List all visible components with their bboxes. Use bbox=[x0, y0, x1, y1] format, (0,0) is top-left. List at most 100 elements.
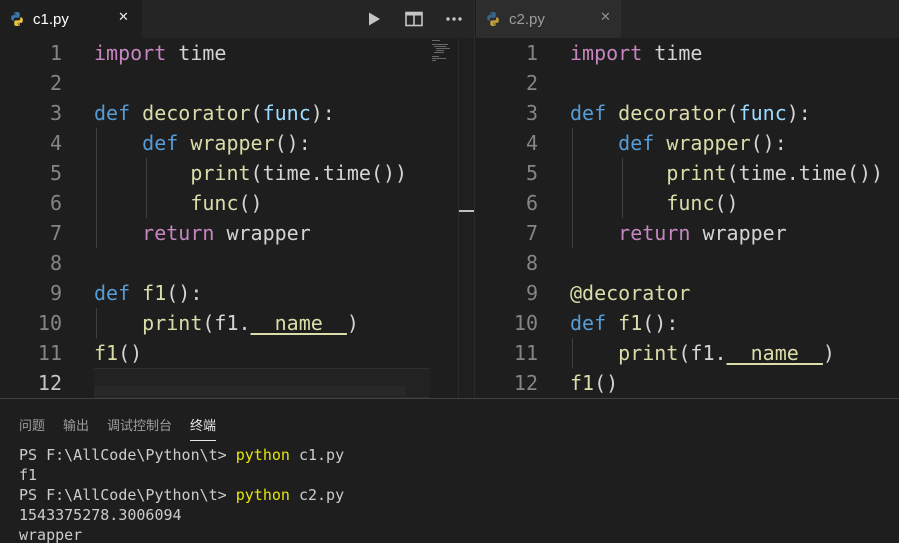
terminal-output[interactable]: PS F:\AllCode\Python\t> python c1.py f1 PS… bbox=[19, 445, 344, 543]
code-token: () bbox=[238, 191, 263, 215]
minimap[interactable] bbox=[430, 38, 460, 398]
code-text: func() bbox=[570, 188, 738, 218]
scrollbar-thumb[interactable] bbox=[459, 210, 474, 212]
code-line[interactable]: 3 def decorator(func): bbox=[0, 98, 474, 128]
code-token: decorator bbox=[618, 101, 727, 125]
code-line[interactable]: 6 func() bbox=[0, 188, 474, 218]
panel-tabs: 问题 输出 调试控制台 终端 bbox=[19, 415, 234, 441]
code-token: print bbox=[666, 161, 727, 185]
code-line[interactable]: 7 return wrapper bbox=[476, 218, 899, 248]
editor-pane-c1[interactable]: c1.py ✕ 1 import time 2 3 def decorator(func… bbox=[0, 0, 475, 398]
code-token: import bbox=[570, 41, 643, 65]
code-line[interactable]: 5 print(time.time()) bbox=[476, 158, 899, 188]
code-line[interactable]: 6 func() bbox=[476, 188, 899, 218]
code-token: ) bbox=[346, 311, 359, 335]
code-line[interactable]: 7 return wrapper bbox=[0, 218, 474, 248]
line-number: 5 bbox=[49, 161, 62, 185]
panel-tab[interactable]: 调试控制台 bbox=[107, 415, 172, 441]
minimap-line bbox=[432, 44, 448, 45]
code-line[interactable]: 11 print(f1.__name__) bbox=[476, 338, 899, 368]
tab-c2-py[interactable]: c2.py ✕ bbox=[476, 0, 621, 38]
code-token: (): bbox=[750, 131, 787, 155]
code-token: def bbox=[142, 131, 179, 155]
terminal-line: PS F:\AllCode\Python\t> python c1.py bbox=[19, 445, 344, 465]
code-line[interactable]: 8 bbox=[0, 248, 474, 278]
line-number: 2 bbox=[525, 71, 538, 95]
split-editor-icon[interactable] bbox=[402, 7, 426, 31]
line-number: 7 bbox=[525, 221, 538, 245]
code-line[interactable]: 11 f1() bbox=[0, 338, 474, 368]
code-token: ): bbox=[786, 101, 811, 125]
code-line[interactable]: 1 import time bbox=[0, 38, 474, 68]
code-text: import time bbox=[570, 38, 702, 68]
line-number: 7 bbox=[49, 221, 62, 245]
close-tab-icon[interactable]: ✕ bbox=[600, 10, 611, 25]
code-line[interactable]: 9 def f1(): bbox=[0, 278, 474, 308]
code-token: () bbox=[594, 371, 619, 395]
code-line[interactable]: 4 def wrapper(): bbox=[476, 128, 899, 158]
line-number: 11 bbox=[513, 341, 538, 365]
code-line[interactable]: 1 import time bbox=[476, 38, 899, 68]
panel-tab[interactable]: 终端 bbox=[190, 415, 217, 441]
line-number: 9 bbox=[525, 281, 538, 305]
code-token: def bbox=[570, 101, 607, 125]
tab-label: c2.py bbox=[509, 10, 545, 28]
code-line[interactable]: 2 bbox=[0, 68, 474, 98]
play-icon[interactable] bbox=[362, 7, 386, 31]
code-token: def bbox=[94, 281, 131, 305]
code-token: ( bbox=[726, 101, 739, 125]
code-line[interactable]: 2 bbox=[476, 68, 899, 98]
code-line[interactable]: 8 bbox=[476, 248, 899, 278]
code-text: @decorator bbox=[570, 278, 690, 308]
terminal-command: python bbox=[235, 486, 290, 504]
code-line[interactable]: 10 print(f1.__name__) bbox=[0, 308, 474, 338]
code-text: def decorator(func): bbox=[94, 98, 335, 128]
line-number: 8 bbox=[49, 251, 62, 275]
line-number: 9 bbox=[49, 281, 62, 305]
code-line[interactable]: 12 f1() bbox=[476, 368, 899, 398]
indent-guide bbox=[145, 158, 147, 218]
line-number: 5 bbox=[525, 161, 538, 185]
panel-tab[interactable]: 输出 bbox=[63, 415, 89, 441]
panel-tab[interactable]: 问题 bbox=[19, 415, 45, 441]
code-token: ( bbox=[250, 101, 263, 125]
code-token: (f1. bbox=[202, 311, 251, 335]
code-line[interactable]: 5 print(time.time()) bbox=[0, 158, 474, 188]
terminal-args: c1.py bbox=[289, 446, 345, 464]
code-token: ): bbox=[310, 101, 335, 125]
editor-tab-bar: c1.py ✕ bbox=[0, 0, 474, 38]
code-line[interactable]: 10 def f1(): bbox=[476, 308, 899, 338]
code-line[interactable]: 4 def wrapper(): bbox=[0, 128, 474, 158]
code-token: @decorator bbox=[570, 281, 691, 305]
code-token: func bbox=[190, 191, 239, 215]
horizontal-scrollbar[interactable] bbox=[94, 386, 406, 396]
terminal-command: python bbox=[235, 446, 290, 464]
line-number: 12 bbox=[37, 371, 62, 395]
line-number: 4 bbox=[49, 131, 62, 155]
indent-guide bbox=[572, 338, 573, 368]
code-token: print bbox=[142, 311, 203, 335]
code-token: __name__ bbox=[250, 311, 347, 335]
minimap-line bbox=[434, 52, 444, 53]
code-token: wrapper bbox=[666, 131, 751, 155]
more-actions-icon[interactable] bbox=[442, 7, 466, 31]
code-text: print(f1.__name__) bbox=[94, 308, 359, 338]
terminal-line: wrapper bbox=[19, 526, 83, 543]
close-tab-icon[interactable]: ✕ bbox=[118, 10, 129, 25]
code-text: print(time.time()) bbox=[94, 158, 407, 188]
line-number: 1 bbox=[49, 41, 62, 65]
code-token: f1 bbox=[94, 341, 119, 365]
code-line[interactable]: 3 def decorator(func): bbox=[476, 98, 899, 128]
editor-pane-c2[interactable]: c2.py ✕ 1 import time 2 3 def decorator(func… bbox=[476, 0, 899, 398]
tab-c1-py[interactable]: c1.py ✕ bbox=[0, 0, 142, 38]
code-token: (f1. bbox=[678, 341, 727, 365]
code-token: f1 bbox=[142, 281, 167, 305]
vertical-scrollbar[interactable] bbox=[458, 38, 474, 398]
code-line[interactable]: 9 @decorator bbox=[476, 278, 899, 308]
code-text: return wrapper bbox=[94, 218, 311, 248]
